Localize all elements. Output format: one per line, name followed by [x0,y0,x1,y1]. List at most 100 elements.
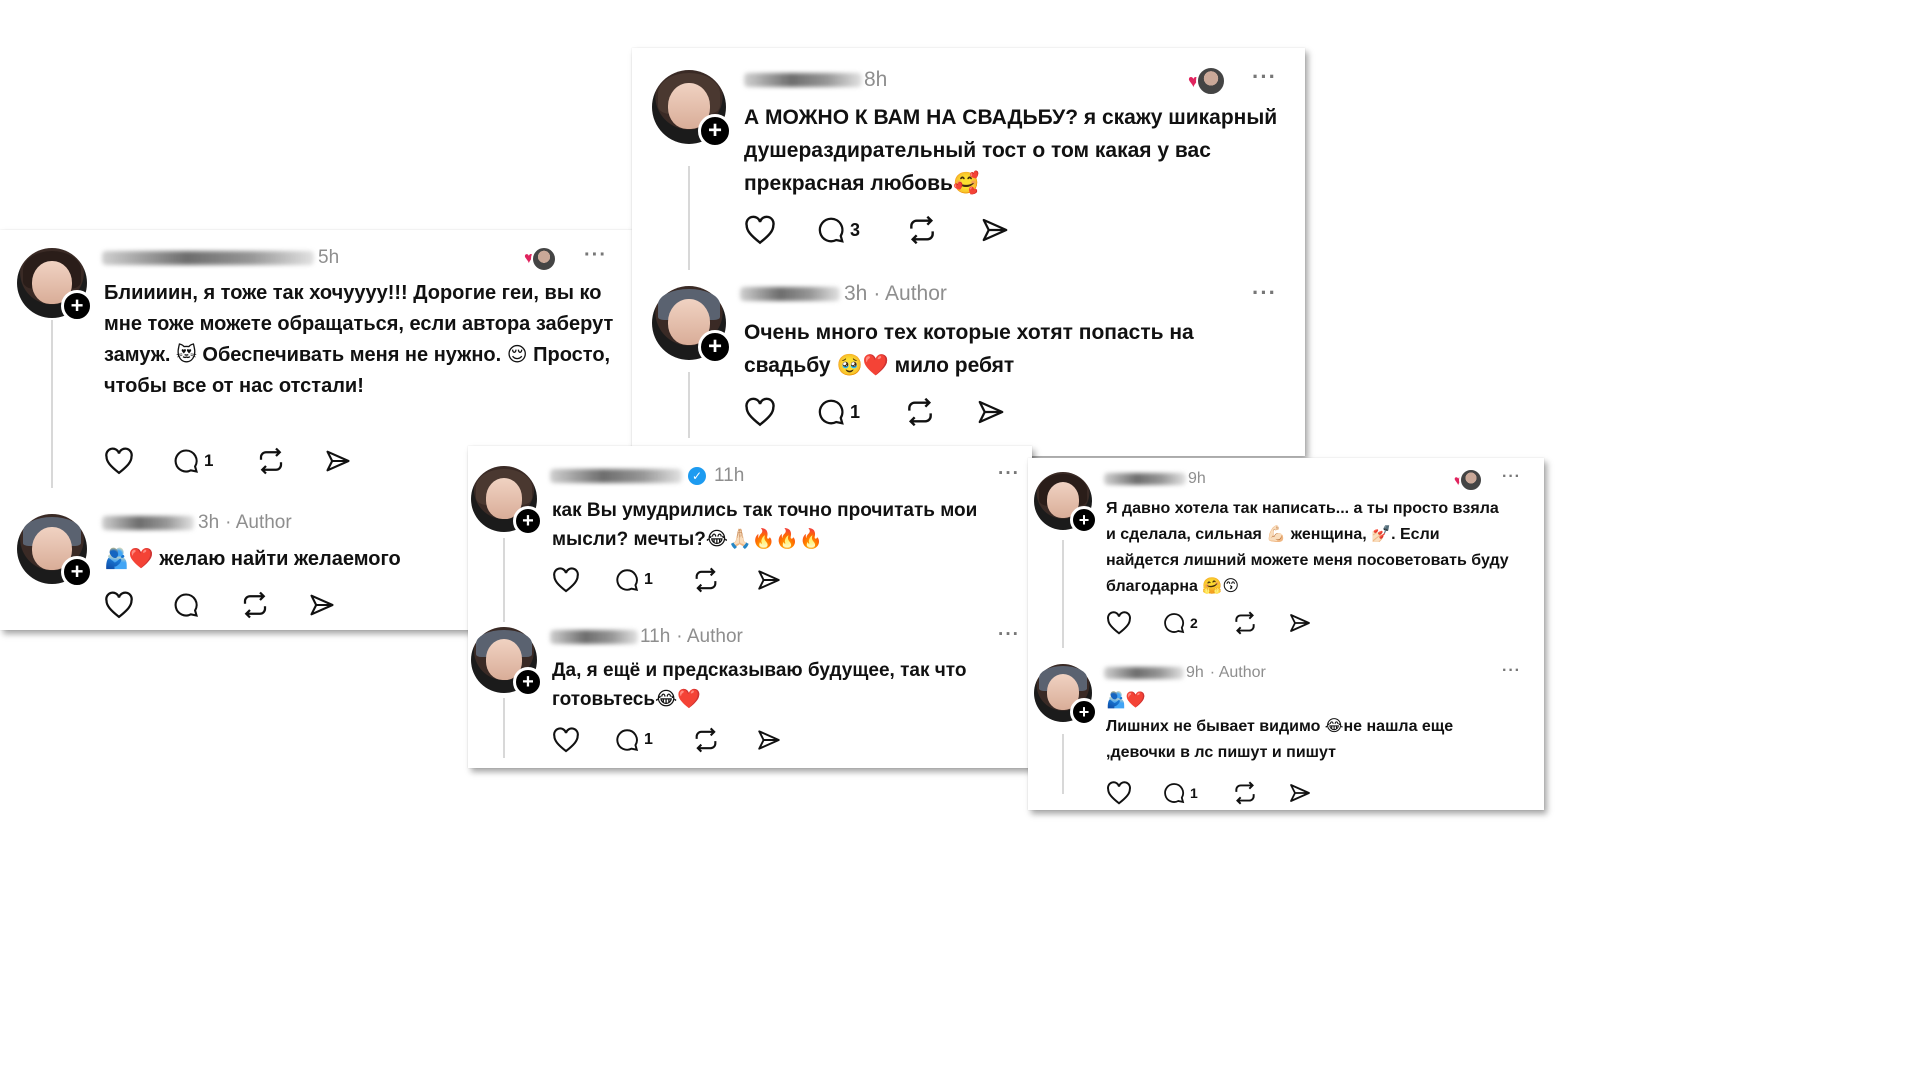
plus-icon[interactable]: + [513,506,543,536]
heart-icon [1107,781,1131,805]
avatar[interactable]: + [1034,472,1098,534]
action-bar: 1 [552,726,782,754]
plus-icon[interactable]: + [1070,698,1098,726]
reply-count: 3 [850,219,861,240]
like-button[interactable] [744,397,816,427]
reply-count: 1 [204,451,214,470]
liked-by[interactable]: ♥ [524,246,557,272]
repost-icon [1235,611,1255,635]
more-icon[interactable]: ··· [584,244,607,267]
like-button[interactable] [1106,611,1162,635]
reply-count: 2 [1190,615,1198,631]
like-button[interactable] [552,727,614,753]
comment-button[interactable]: 3 [816,215,906,245]
repost-button[interactable] [692,726,756,754]
more-icon[interactable]: ··· [1502,662,1521,680]
heart-icon [553,567,579,593]
reply-meta: 3h · Author [740,282,947,306]
thread-line [503,538,505,622]
repost-button[interactable] [692,566,756,594]
username-blurred[interactable] [550,630,638,644]
liked-by[interactable]: ♥ [1188,66,1226,96]
heart-icon [105,447,133,475]
verified-icon: ✓ [688,467,706,485]
author-avatar[interactable]: + [652,286,732,364]
share-button[interactable] [1288,611,1312,635]
comment-button[interactable]: 1 [816,397,904,427]
share-button[interactable] [324,447,352,475]
author-avatar[interactable]: + [17,514,93,588]
share-button[interactable] [976,397,1006,427]
reply-meta: 9h · Author [1104,664,1266,682]
repost-button[interactable] [1232,610,1288,636]
share-button[interactable] [1288,781,1312,805]
liked-by[interactable]: ♥ [1454,468,1484,492]
share-icon [982,218,1008,242]
username-blurred[interactable] [744,73,862,87]
author-avatar[interactable]: + [1034,664,1098,726]
comment-button[interactable] [172,591,240,619]
reply-count: 1 [644,571,653,588]
username-blurred[interactable] [1104,667,1184,679]
comment-meta: 5h [102,247,339,269]
repost-button[interactable] [256,446,324,476]
username-blurred[interactable] [740,287,840,301]
more-icon[interactable]: ··· [1502,468,1521,486]
heart-icon [745,397,775,427]
repost-button[interactable] [1232,780,1288,806]
share-icon [1290,614,1310,632]
comment-icon [174,449,198,473]
share-button[interactable] [308,591,336,619]
thread-line [503,698,505,758]
reply-meta: 3h · Author [102,512,292,534]
reply-count: 1 [644,731,653,748]
comment-button[interactable]: 2 [1162,611,1232,635]
plus-icon[interactable]: + [61,556,93,588]
share-icon [978,400,1004,424]
repost-button[interactable] [906,214,980,246]
more-icon[interactable]: ··· [1252,280,1277,306]
action-bar: 2 [1106,610,1312,636]
action-bar: 1 [104,446,352,476]
comment-button[interactable]: 1 [1162,781,1232,805]
plus-icon[interactable]: + [61,290,93,322]
reply-count: 1 [850,401,861,422]
like-button[interactable] [744,215,816,245]
more-icon[interactable]: ··· [1252,64,1277,90]
repost-button[interactable] [904,396,976,428]
like-button[interactable] [1106,781,1162,805]
comment-button[interactable]: 1 [172,447,256,475]
comment-text: Я давно хотела так написать... а ты прос… [1106,500,1509,595]
reply-meta: 11h · Author [550,626,743,648]
comment-button[interactable]: 1 [614,567,692,593]
share-button[interactable] [980,215,1010,245]
plus-icon[interactable]: + [698,114,732,148]
like-button[interactable] [104,591,172,619]
avatar[interactable]: + [652,70,732,148]
share-button[interactable] [756,727,782,753]
like-button[interactable] [104,447,172,475]
plus-icon[interactable]: + [1070,506,1098,534]
comment-icon [616,569,639,592]
action-bar: 3 [744,214,1010,246]
username-blurred[interactable] [102,516,194,530]
plus-icon[interactable]: + [698,330,732,364]
comment-button[interactable]: 1 [614,727,692,753]
timestamp: 9h [1188,470,1206,487]
more-icon[interactable]: ··· [998,624,1020,646]
share-button[interactable] [756,567,782,593]
more-icon[interactable]: ··· [998,463,1020,485]
like-button[interactable] [552,567,614,593]
author-avatar[interactable]: + [471,627,543,697]
plus-icon[interactable]: + [513,667,543,697]
comment-icon [818,399,844,425]
repost-icon [910,215,934,245]
repost-button[interactable] [240,590,308,620]
avatar[interactable]: + [471,466,543,536]
avatar[interactable]: + [17,248,93,322]
timestamp: 9h [1186,664,1204,681]
username-blurred[interactable] [102,251,314,265]
username-blurred[interactable] [550,469,682,483]
thread-line [1062,734,1064,794]
username-blurred[interactable] [1104,473,1186,485]
